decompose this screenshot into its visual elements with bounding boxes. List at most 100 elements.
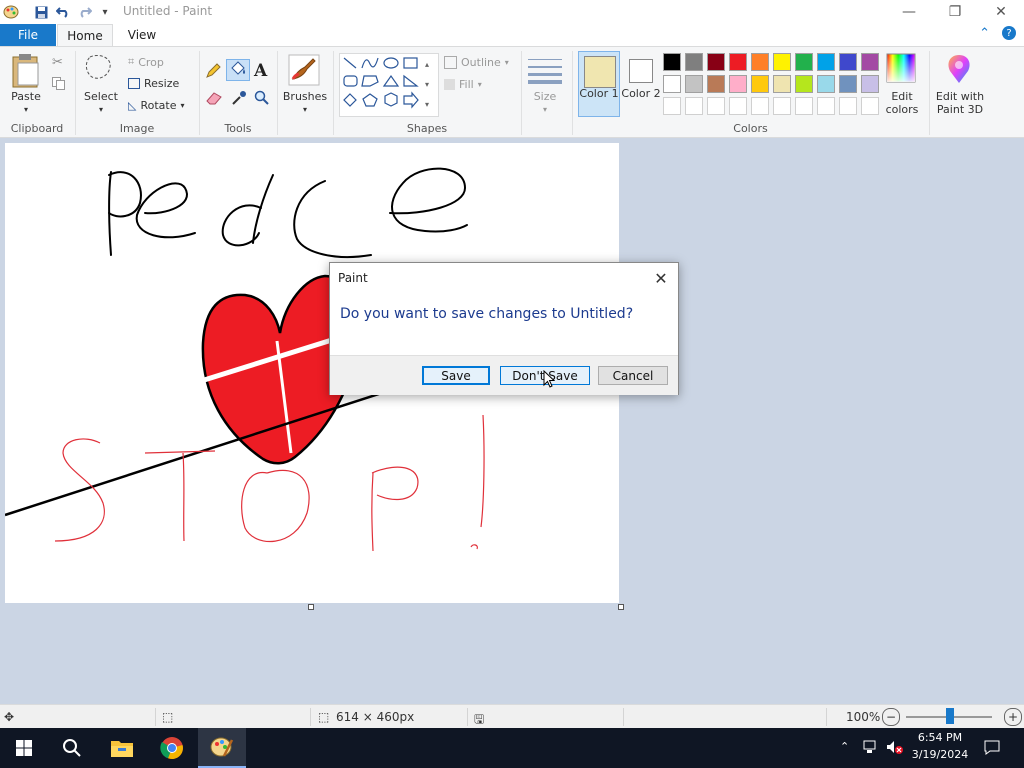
- collapse-ribbon-icon[interactable]: ⌃: [979, 26, 990, 41]
- help-icon[interactable]: ?: [1002, 26, 1016, 40]
- size-dropdown-icon[interactable]: ▾: [524, 103, 566, 116]
- color2-button[interactable]: [623, 51, 659, 117]
- save-button[interactable]: Save: [422, 366, 490, 385]
- palette-swatch[interactable]: [795, 75, 813, 93]
- tab-view[interactable]: View: [114, 24, 170, 46]
- edit-colors-icon[interactable]: [886, 53, 916, 86]
- resize-button[interactable]: Resize: [128, 77, 179, 90]
- magnifier-icon[interactable]: [254, 90, 270, 109]
- palette-swatch[interactable]: [707, 75, 725, 93]
- paint3d-icon[interactable]: [944, 53, 974, 88]
- palette-swatch[interactable]: [839, 53, 857, 71]
- cancel-button[interactable]: Cancel: [598, 366, 668, 385]
- select-dropdown-icon[interactable]: ▾: [82, 103, 120, 116]
- size-icon[interactable]: [528, 57, 562, 88]
- palette-swatch[interactable]: [663, 75, 681, 93]
- fill-bucket-icon[interactable]: [226, 59, 250, 81]
- minimize-icon[interactable]: —: [886, 0, 932, 24]
- outline-icon: [444, 56, 457, 69]
- palette-swatch[interactable]: [773, 53, 791, 71]
- palette-swatch-empty[interactable]: [707, 97, 725, 115]
- shapes-gallery[interactable]: [339, 53, 439, 117]
- zoom-out-icon[interactable]: −: [882, 708, 900, 726]
- resize-handle-corner[interactable]: [618, 604, 624, 610]
- maximize-icon[interactable]: ❐: [932, 0, 978, 24]
- copy-icon[interactable]: [52, 77, 65, 93]
- palette-swatch-empty[interactable]: [729, 97, 747, 115]
- shapes-scroll-icon[interactable]: ▴ ▾ ▾: [425, 55, 435, 115]
- paint-app-icon[interactable]: [2, 4, 20, 20]
- zoom-level: 100%: [846, 710, 881, 724]
- clock-time[interactable]: 6:54 PM: [912, 731, 968, 744]
- palette-swatch[interactable]: [751, 75, 769, 93]
- rotate-icon: ◺: [128, 99, 137, 112]
- volume-muted-icon[interactable]: [886, 740, 904, 758]
- search-icon[interactable]: [48, 728, 96, 768]
- paste-dropdown-icon[interactable]: ▾: [8, 103, 44, 116]
- pencil-icon[interactable]: [205, 63, 221, 82]
- palette-swatch-empty[interactable]: [795, 97, 813, 115]
- palette-swatch[interactable]: [861, 75, 879, 93]
- fill-button[interactable]: Fill ▾: [444, 78, 482, 91]
- shapes-group-label: Shapes: [406, 122, 448, 135]
- brushes-dropdown-icon[interactable]: ▾: [282, 103, 328, 116]
- taskbar: ⌃ 6:54 PM 3/19/2024: [0, 728, 1024, 768]
- palette-swatch-empty[interactable]: [839, 97, 857, 115]
- palette-swatch[interactable]: [817, 75, 835, 93]
- crop-button[interactable]: ⌗ Crop: [128, 55, 164, 69]
- palette-swatch[interactable]: [861, 53, 879, 71]
- text-tool-icon[interactable]: A: [254, 61, 267, 81]
- save-quick-icon[interactable]: [32, 4, 50, 20]
- palette-swatch-empty[interactable]: [861, 97, 879, 115]
- file-explorer-icon[interactable]: [98, 728, 146, 768]
- palette-swatch[interactable]: [839, 75, 857, 93]
- paint-taskbar-icon[interactable]: [198, 728, 246, 768]
- palette-swatch[interactable]: [663, 53, 681, 71]
- color1-button[interactable]: [578, 51, 620, 117]
- palette-swatch-empty[interactable]: [773, 97, 791, 115]
- dialog-close-icon[interactable]: ✕: [650, 267, 672, 289]
- palette-swatch-empty[interactable]: [751, 97, 769, 115]
- undo-icon[interactable]: [54, 4, 72, 20]
- resize-handle-bottom[interactable]: [308, 604, 314, 610]
- customize-quick-access-icon[interactable]: ▾: [96, 4, 114, 20]
- palette-swatch[interactable]: [685, 75, 703, 93]
- tray-chevron-icon[interactable]: ⌃: [840, 740, 849, 753]
- palette-swatch[interactable]: [729, 53, 747, 71]
- redo-icon[interactable]: [76, 4, 94, 20]
- ribbon: Paste ▾ ✂ Clipboard Select ▾ ⌗ Crop Resiz…: [0, 46, 1024, 138]
- cut-icon[interactable]: ✂: [52, 55, 63, 70]
- network-icon[interactable]: [863, 740, 879, 758]
- clock-date[interactable]: 3/19/2024: [908, 748, 972, 761]
- palette-swatch[interactable]: [817, 53, 835, 71]
- tab-file[interactable]: File: [0, 24, 56, 46]
- palette-swatch[interactable]: [707, 53, 725, 71]
- brushes-icon[interactable]: [287, 53, 321, 90]
- chrome-icon[interactable]: [148, 728, 196, 768]
- palette-swatch-empty[interactable]: [817, 97, 835, 115]
- palette-swatch-empty[interactable]: [663, 97, 681, 115]
- zoom-slider-thumb[interactable]: [946, 708, 954, 724]
- palette-swatch[interactable]: [751, 53, 769, 71]
- palette-swatch[interactable]: [729, 75, 747, 93]
- select-button[interactable]: [84, 53, 116, 88]
- rotate-button[interactable]: ◺ Rotate ▾: [128, 99, 185, 112]
- outline-button[interactable]: Outline ▾: [444, 56, 509, 69]
- size-label: Size: [533, 90, 557, 103]
- color-picker-icon[interactable]: [231, 90, 247, 109]
- paste-button[interactable]: [10, 53, 42, 92]
- eraser-icon[interactable]: [205, 91, 223, 108]
- tab-home[interactable]: Home: [57, 24, 113, 46]
- dialog-title: Paint: [338, 271, 368, 285]
- dialog-footer: Save Don't Save Cancel: [330, 355, 678, 395]
- palette-swatch[interactable]: [795, 53, 813, 71]
- palette-swatch[interactable]: [773, 75, 791, 93]
- close-window-icon[interactable]: ✕: [978, 0, 1024, 24]
- palette-swatch[interactable]: [685, 53, 703, 71]
- start-windows-icon[interactable]: [0, 728, 48, 768]
- notifications-icon[interactable]: [984, 740, 1000, 759]
- image-group-label: Image: [119, 122, 155, 135]
- palette-swatch-empty[interactable]: [685, 97, 703, 115]
- zoom-in-icon[interactable]: +: [1004, 708, 1022, 726]
- canvas-workspace[interactable]: [0, 138, 1024, 704]
